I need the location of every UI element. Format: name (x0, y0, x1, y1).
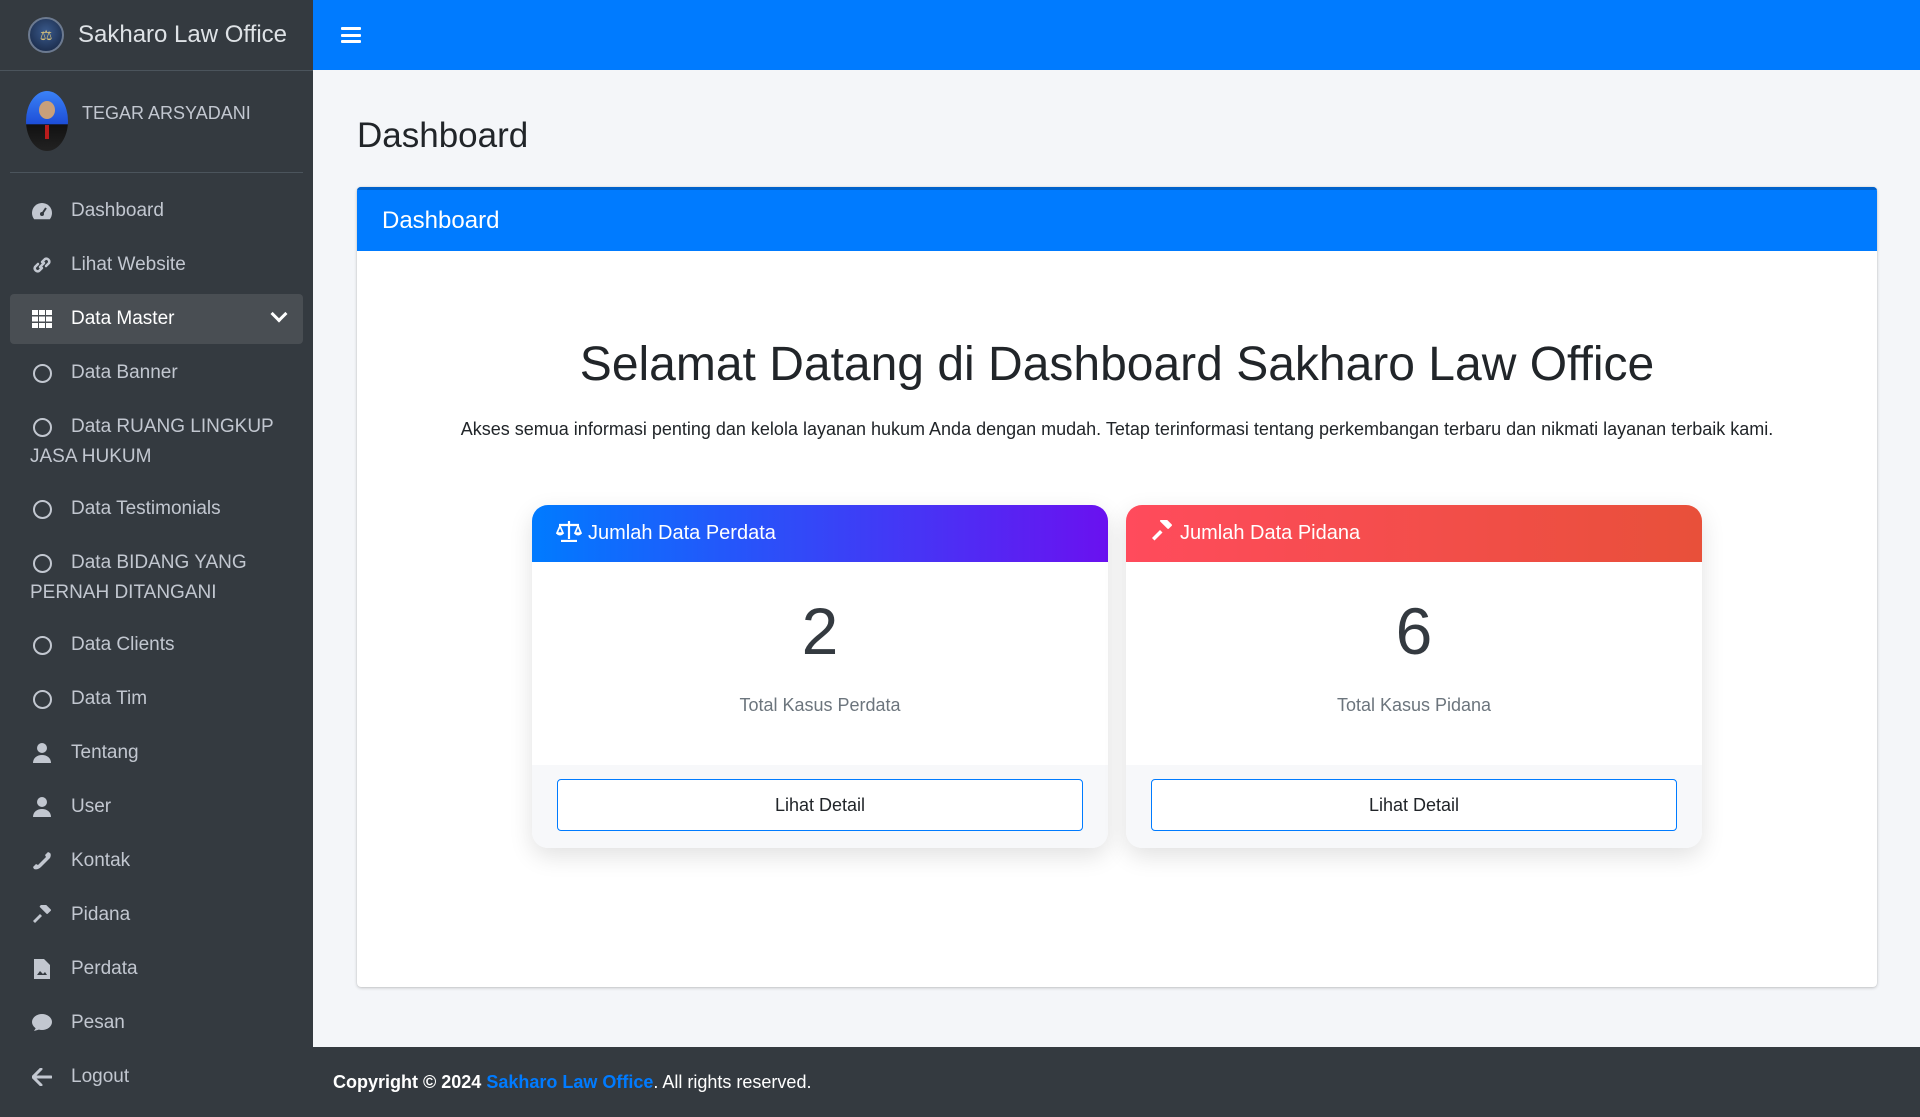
stat-card-pidana: Jumlah Data Pidana 6 Total Kasus Pidana … (1126, 505, 1702, 848)
circle-icon (30, 415, 54, 439)
balance-scale-icon (555, 520, 583, 548)
stat-label: Total Kasus Perdata (739, 695, 901, 715)
circle-icon (30, 633, 54, 657)
sidebar-item-label: Pidana (71, 904, 131, 925)
stat-card-header: Jumlah Data Pidana (1126, 505, 1702, 562)
sidebar-item-kontak[interactable]: Kontak (10, 836, 303, 886)
sidebar-item-label: User (71, 796, 112, 817)
circle-icon (30, 497, 54, 521)
sidebar-item-lihat-website[interactable]: Lihat Website (10, 240, 303, 290)
sidebar-item-data-clients[interactable]: Data Clients (10, 620, 303, 670)
user-icon (30, 741, 54, 765)
sidebar-item-dashboard[interactable]: Dashboard (10, 186, 303, 236)
welcome-heading: Selamat Datang di Dashboard Sakharo Law … (579, 338, 1655, 391)
link-icon (30, 253, 54, 277)
stat-card-title: Jumlah Data Pidana (1180, 522, 1361, 544)
grid-icon (30, 307, 54, 331)
sidebar-item-label: Data RUANG LINGKUP JASA HUKUM (30, 416, 274, 467)
sidebar-item-data-bidang[interactable]: Data BIDANG YANG PERNAH DITANGANI (10, 538, 303, 616)
dashboard-card: Dashboard Selamat Datang di Dashboard Sa… (357, 187, 1877, 987)
chevron-down-icon (270, 305, 288, 323)
sidebar-item-pesan[interactable]: Pesan (10, 998, 303, 1048)
sidebar-item-logout[interactable]: Logout (10, 1052, 303, 1102)
user-icon (30, 795, 54, 819)
sidebar-item-user[interactable]: User (10, 782, 303, 832)
stat-label: Total Kasus Pidana (1336, 695, 1492, 715)
page-title: Dashboard (357, 116, 529, 155)
stat-card-perdata: Jumlah Data Perdata 2 Total Kasus Perdat… (532, 505, 1108, 848)
sidebar-item-label: Logout (71, 1066, 130, 1087)
arrow-left-icon (30, 1065, 54, 1089)
top-navbar (313, 0, 1920, 70)
sidebar-item-data-testimonials[interactable]: Data Testimonials (10, 484, 303, 534)
sidebar-item-label: Data Testimonials (71, 498, 221, 519)
user-name: TEGAR ARSYADANI (82, 103, 251, 123)
user-panel[interactable]: TEGAR ARSYADANI (10, 71, 303, 173)
welcome-subtext: Akses semua informasi penting dan kelola… (460, 419, 1774, 439)
sidebar-item-perdata[interactable]: Perdata (10, 944, 303, 994)
sidebar-item-data-ruang-lingkup[interactable]: Data RUANG LINGKUP JASA HUKUM (10, 402, 303, 480)
sidebar-item-label: Data BIDANG YANG PERNAH DITANGANI (30, 552, 247, 603)
phone-icon (30, 849, 54, 873)
circle-icon (30, 687, 54, 711)
circle-icon (30, 551, 54, 575)
tachometer-icon (30, 199, 54, 223)
stat-card-title: Jumlah Data Perdata (588, 522, 776, 544)
file-icon (30, 957, 54, 981)
sidebar-item-data-master[interactable]: Data Master (10, 294, 303, 344)
sidebar-item-label: Kontak (71, 850, 131, 871)
sidebar: ⚖ Sakharo Law Office TEGAR ARSYADANI Das… (0, 0, 313, 1117)
main-content: Dashboard Dashboard Selamat Datang di Da… (313, 70, 1920, 1047)
stat-card-header: Jumlah Data Perdata (532, 505, 1108, 562)
sidebar-item-label: Lihat Website (71, 254, 186, 275)
sidebar-item-label: Perdata (71, 958, 138, 979)
stat-card-footer: Lihat Detail (1126, 765, 1702, 848)
sidebar-item-label: Dashboard (71, 200, 164, 221)
footer-suffix: . All rights reserved. (653, 1071, 812, 1092)
sidebar-item-tentang[interactable]: Tentang (10, 728, 303, 778)
comment-icon (30, 1011, 54, 1035)
hamburger-menu-icon[interactable] (341, 27, 361, 43)
brand-link[interactable]: ⚖ Sakharo Law Office (0, 0, 313, 71)
footer-link[interactable]: Sakharo Law Office (486, 1072, 653, 1093)
lihat-detail-perdata-button[interactable]: Lihat Detail (557, 779, 1083, 831)
footer-copyright: Copyright © 2024 (333, 1071, 482, 1092)
scales-logo-icon: ⚖ (28, 17, 64, 53)
stat-card-footer: Lihat Detail (532, 765, 1108, 848)
circle-icon (30, 361, 54, 385)
sidebar-nav: Dashboard Lihat Website Data Master Data… (0, 173, 313, 1102)
sidebar-item-label: Data Master (71, 308, 175, 329)
sidebar-item-label: Data Banner (71, 362, 178, 383)
card-header: Dashboard (357, 187, 1877, 251)
gavel-icon (1150, 516, 1174, 548)
gavel-icon (30, 903, 54, 927)
sidebar-item-data-banner[interactable]: Data Banner (10, 348, 303, 398)
avatar (26, 91, 68, 151)
stat-value: 2 (801, 594, 839, 668)
footer: Copyright © 2024 Sakharo Law Office. All… (313, 1047, 1920, 1117)
sidebar-item-pidana[interactable]: Pidana (10, 890, 303, 940)
sidebar-item-label: Data Tim (71, 688, 148, 709)
stat-value: 6 (1395, 594, 1433, 668)
sidebar-item-label: Pesan (71, 1012, 125, 1033)
sidebar-item-label: Data Clients (71, 634, 175, 655)
lihat-detail-pidana-button[interactable]: Lihat Detail (1151, 779, 1677, 831)
sidebar-item-label: Tentang (71, 742, 139, 763)
sidebar-item-data-tim[interactable]: Data Tim (10, 674, 303, 724)
brand-name: Sakharo Law Office (78, 21, 288, 48)
